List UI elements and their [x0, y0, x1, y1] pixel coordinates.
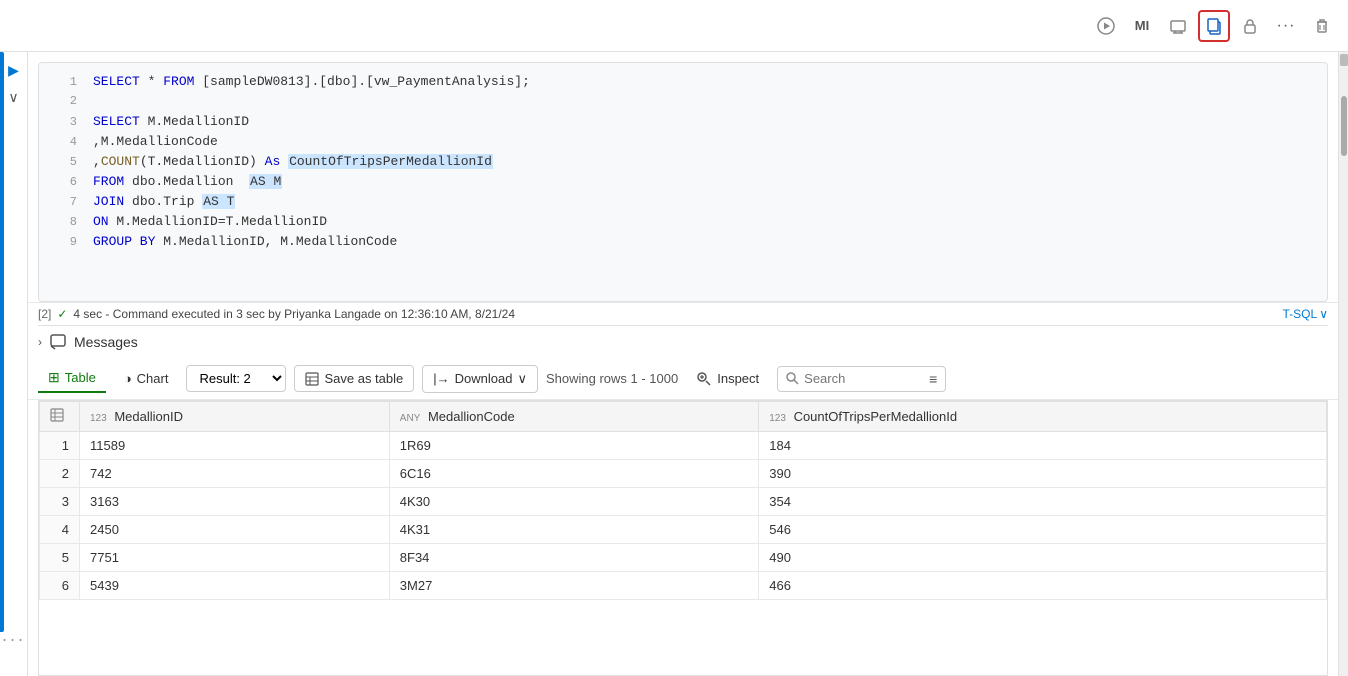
run-button[interactable]: ▶	[6, 60, 21, 81]
messages-label: Messages	[74, 334, 138, 350]
main-content: ▶ ∨ ··· 1 SELECT * FROM [sampleDW0813].[…	[0, 52, 1348, 676]
row-2-col3: 390	[759, 460, 1327, 488]
delete-toolbar-btn[interactable]	[1306, 10, 1338, 42]
code-line-4: 4 ,M.MedallionCode	[39, 133, 1327, 153]
left-gutter: ▶ ∨ ···	[0, 52, 28, 676]
tab-chart[interactable]: ◑ Chart	[114, 366, 179, 391]
messages-section: › Messages	[28, 326, 1338, 358]
status-message: 4 sec - Command executed in 3 sec by Pri…	[73, 307, 515, 321]
lock-toolbar-btn[interactable]	[1234, 10, 1266, 42]
screen-toolbar-btn[interactable]	[1162, 10, 1194, 42]
table-row: 2 742 6C16 390	[40, 460, 1327, 488]
run-toolbar-btn[interactable]	[1090, 10, 1122, 42]
collapse-button[interactable]: ∨	[6, 87, 20, 108]
th-medallioncode: ANY MedallionCode	[389, 402, 758, 432]
code-line-8: 8 ON M.MedallionID=T.MedallionID	[39, 213, 1327, 233]
th-countoftrips-label: CountOfTripsPerMedallionId	[794, 409, 958, 424]
row-2-col1: 742	[80, 460, 390, 488]
code-editor[interactable]: 1 SELECT * FROM [sampleDW0813].[dbo].[vw…	[38, 62, 1328, 302]
search-icon	[786, 372, 799, 385]
download-btn[interactable]: |→ Download ∨	[422, 365, 538, 393]
scroll-thumb[interactable]	[1341, 96, 1347, 156]
table-row: 4 2450 4K31 546	[40, 516, 1327, 544]
code-line-6: 6 FROM dbo.Medallion AS M	[39, 173, 1327, 193]
row-6-col2: 3M27	[389, 572, 758, 600]
download-pipe-icon: |→	[433, 371, 449, 386]
save-as-table-btn[interactable]: Save as table	[294, 365, 414, 392]
row-4-col3: 546	[759, 516, 1327, 544]
cell-reference: [2]	[38, 307, 51, 321]
row-4-col2: 4K31	[389, 516, 758, 544]
row-1-col1: 11589	[80, 432, 390, 460]
more-toolbar-btn[interactable]: ···	[1270, 10, 1302, 42]
row-num: 2	[40, 460, 80, 488]
row-3-col1: 3163	[80, 488, 390, 516]
table-icon: ⊞	[48, 369, 60, 386]
inspect-btn[interactable]: Inspect	[686, 366, 769, 392]
row-5-col1: 7751	[80, 544, 390, 572]
table-row: 1 11589 1R69 184	[40, 432, 1327, 460]
row-6-col1: 5439	[80, 572, 390, 600]
filter-btn[interactable]: ≡	[929, 371, 937, 387]
row-3-col3: 354	[759, 488, 1327, 516]
scrollbar[interactable]	[1338, 52, 1348, 676]
expand-icon[interactable]: ›	[38, 335, 42, 349]
row-6-col3: 466	[759, 572, 1327, 600]
data-table-wrapper: 123 MedallionID ANY MedallionCode 123 Co…	[38, 400, 1328, 676]
save-icon	[305, 372, 319, 386]
row-1-col3: 184	[759, 432, 1327, 460]
tab-table[interactable]: ⊞ Table	[38, 364, 106, 393]
language-selector[interactable]: T-SQL ∨	[1283, 307, 1328, 321]
content-area: 1 SELECT * FROM [sampleDW0813].[dbo].[vw…	[28, 52, 1338, 676]
th-rownum	[40, 402, 80, 432]
th-medallionid-label: MedallionID	[114, 409, 183, 424]
search-input[interactable]	[804, 371, 924, 386]
copy-toolbar-btn[interactable]	[1198, 10, 1230, 42]
download-chevron: ∨	[517, 371, 527, 387]
row-5-col2: 8F34	[389, 544, 758, 572]
tab-table-label: Table	[65, 370, 96, 385]
rows-info: Showing rows 1 - 1000	[546, 371, 678, 386]
status-bar: [2] ✓ 4 sec - Command executed in 3 sec …	[28, 302, 1338, 325]
row-3-col2: 4K30	[389, 488, 758, 516]
row-num: 1	[40, 432, 80, 460]
row-4-col1: 2450	[80, 516, 390, 544]
results-toolbar: ⊞ Table ◑ Chart Result: 2 Result: 1 Save…	[28, 358, 1338, 400]
row-num: 5	[40, 544, 80, 572]
th-medallioncode-label: MedallionCode	[428, 409, 515, 424]
th-medallionid: 123 MedallionID	[80, 402, 390, 432]
table-row: 5 7751 8F34 490	[40, 544, 1327, 572]
table-row: 3 3163 4K30 354	[40, 488, 1327, 516]
code-line-7: 7 JOIN dbo.Trip AS T	[39, 193, 1327, 213]
row-5-col3: 490	[759, 544, 1327, 572]
data-table: 123 MedallionID ANY MedallionCode 123 Co…	[39, 401, 1327, 600]
more-options[interactable]: ···	[2, 629, 26, 650]
row-num: 4	[40, 516, 80, 544]
inspect-label: Inspect	[717, 371, 759, 386]
code-line-5: 5 ,COUNT(T.MedallionID) As CountOfTripsP…	[39, 153, 1327, 173]
row-2-col2: 6C16	[389, 460, 758, 488]
code-line-3: 3 SELECT M.MedallionID	[39, 113, 1327, 133]
top-toolbar: MI ···	[0, 0, 1348, 52]
table-row: 6 5439 3M27 466	[40, 572, 1327, 600]
success-icon: ✓	[57, 307, 67, 321]
table-header-row: 123 MedallionID ANY MedallionCode 123 Co…	[40, 402, 1327, 432]
messages-icon	[50, 334, 66, 350]
th-countoftrips: 123 CountOfTripsPerMedallionId	[759, 402, 1327, 432]
save-as-table-label: Save as table	[324, 371, 403, 386]
code-line-9: 9 GROUP BY M.MedallionID, M.MedallionCod…	[39, 233, 1327, 253]
row-1-col2: 1R69	[389, 432, 758, 460]
row-num: 3	[40, 488, 80, 516]
ml-toolbar-btn[interactable]: MI	[1126, 10, 1158, 42]
code-line-1: 1 SELECT * FROM [sampleDW0813].[dbo].[vw…	[39, 73, 1327, 93]
search-box[interactable]: ≡	[777, 366, 946, 392]
tab-chart-label: Chart	[137, 371, 169, 386]
download-label: Download	[455, 371, 513, 386]
inspect-icon	[696, 371, 712, 387]
chart-icon: ◑	[124, 371, 132, 386]
row-num: 6	[40, 572, 80, 600]
result-selector[interactable]: Result: 2 Result: 1	[186, 365, 286, 392]
code-line-2: 2	[39, 93, 1327, 113]
